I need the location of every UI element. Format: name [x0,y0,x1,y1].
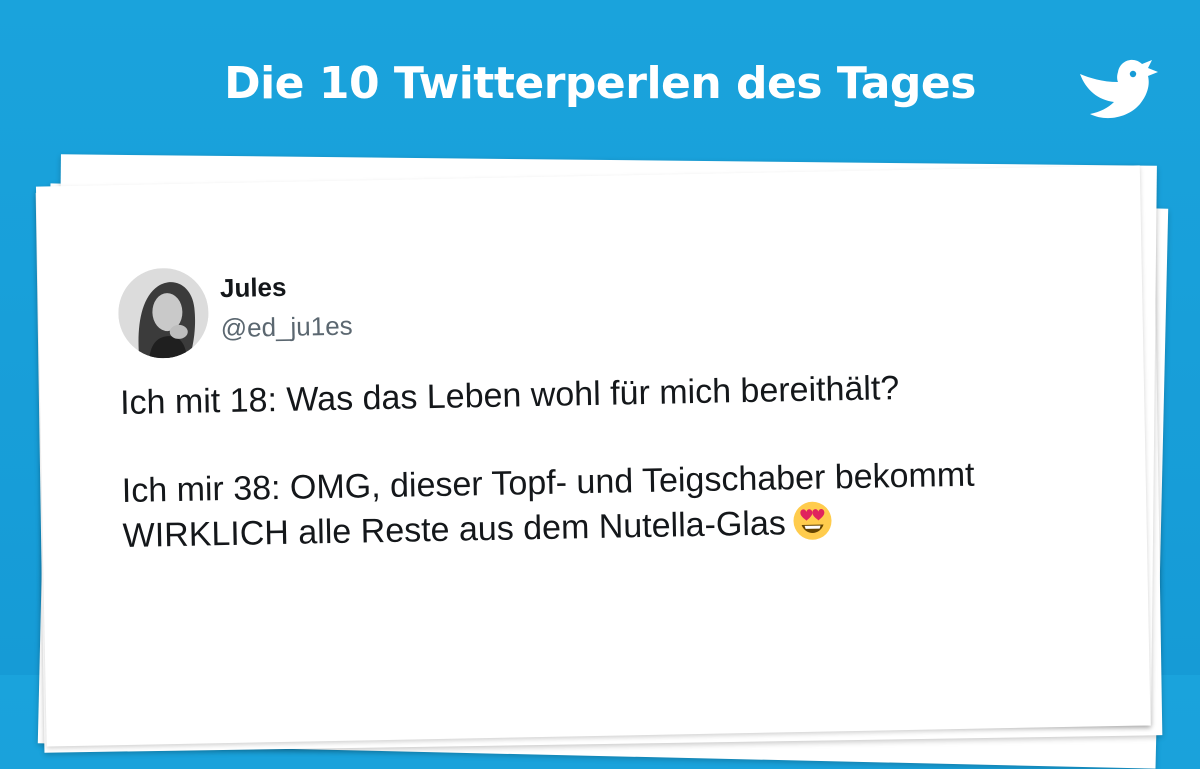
avatar [117,267,210,360]
author-name: Jules [219,271,287,304]
page-title: Die 10 Twitterperlen des Tages [224,58,976,109]
tweet-line-2: Ich mir 38: OMG, dieser Topf- und Teigsc… [121,450,1113,558]
tweet-text: Ich mit 18: Was das Leben wohl für mich … [120,362,1113,558]
twitter-bird-icon [1080,59,1158,119]
avatar-photo [117,267,210,360]
heart-eyes-emoji-icon [793,501,832,540]
tweet-line-2-text: Ich mir 38: OMG, dieser Topf- und Teigsc… [121,455,975,556]
author-handle: @ed_ju1es [220,310,353,344]
tweet-card: Jules @ed_ju1es Ich mit 18: Was das Lebe… [35,165,1151,747]
